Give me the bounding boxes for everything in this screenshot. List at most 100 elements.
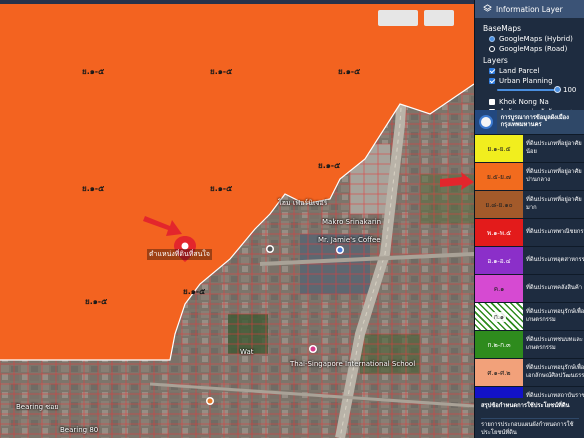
legend-text: ที่ดินประเภทอนุรักษ์เพื่อ เกษตรกรรม: [523, 303, 584, 330]
legend-text-line: เกษตรกรรม: [526, 316, 556, 323]
legend-text-line: ที่ดินประเภทที่อยู่อาศัย: [526, 197, 582, 203]
legend-text-line: ปานกลาง: [526, 176, 551, 183]
legend-code: อ.๑-อ.๔: [487, 256, 511, 265]
map-tool-button[interactable]: [424, 10, 454, 26]
zone-label: ย.๑-๕: [82, 67, 105, 76]
zone-label: ย.๑-๕: [318, 161, 341, 170]
radio-icon[interactable]: [489, 46, 495, 52]
place-label: Mr. Jamie's Coffee: [318, 236, 381, 244]
opacity-slider[interactable]: 100: [497, 86, 578, 94]
legend-row: ย.๑-ย.๕ ที่ดินประเภทที่อยู่อาศัย น้อย: [475, 134, 584, 162]
zone-label: ย.๑-๕: [210, 67, 233, 76]
legend-row: ค.๑ ที่ดินประเภทคลังสินค้า: [475, 274, 584, 302]
checkbox-icon[interactable]: [489, 68, 495, 74]
basemaps-title: BaseMaps: [483, 24, 521, 33]
legend-text: ที่ดินประเภทที่อยู่อาศัย น้อย: [523, 135, 584, 162]
legend-swatch: ย.๑-ย.๕: [475, 135, 523, 162]
checkbox-icon[interactable]: [489, 99, 495, 105]
place-label: Makro Srinakarin: [322, 218, 382, 226]
legend-text-line: ที่ดินประเภทที่อยู่อาศัย: [526, 141, 582, 147]
layers-title: Layers: [483, 56, 508, 65]
layer-option-khok-nong-na[interactable]: Khok Nong Na: [483, 97, 578, 107]
information-layer-panel: Information Layer BaseMaps GoogleMaps (H…: [474, 0, 584, 438]
legend-swatch: ก.๑: [475, 303, 523, 330]
legend-code: ย.๕-ย.๗: [487, 172, 511, 181]
legend-text: ที่ดินประเภทคลังสินค้า: [523, 275, 584, 302]
slider-thumb[interactable]: [553, 86, 561, 93]
map-canvas: [0, 4, 474, 438]
land-use-items-link[interactable]: รายการประกอบแผนผังกำหนดการใช้ประโยชน์ที่…: [481, 418, 579, 437]
legend-text-line: ที่ดินประเภทพาณิชยกรรม: [526, 228, 584, 235]
zone-label: ย.๑-๕: [85, 297, 108, 306]
basemap-label: GoogleMaps (Hybrid): [499, 35, 573, 43]
legend-swatch: พ.๑-พ.๕: [475, 219, 523, 246]
legend-text-line: เอกลักษณ์ศิลปวัฒนธรรม: [526, 372, 584, 379]
place-label: Bearing 80: [60, 426, 99, 434]
legend-text: ที่ดินประเภทอนุรักษ์เพื่อส่งเสริมเอกลักษ…: [523, 359, 584, 386]
legend-row: ย.๘-ย.๑๐ ที่ดินประเภทที่อยู่อาศัย มาก: [475, 190, 584, 218]
land-use-summary-link[interactable]: สรุปข้อกำหนดการใช้ประโยชน์ที่ดิน: [481, 402, 579, 410]
legend-swatch: ศ.๑-ศ.๒: [475, 359, 523, 386]
legend-code: ศ.๑-ศ.๒: [487, 368, 511, 377]
legend-text-line: ที่ดินประเภทชนบทและ: [526, 337, 583, 343]
layers-icon: [483, 3, 492, 15]
place-label: Wat: [240, 348, 254, 356]
legend-swatch: อ.๑-อ.๔: [475, 247, 523, 274]
legend-text-line: มาก: [526, 204, 537, 211]
legend-text-line: ที่ดินประเภทคลังสินค้า: [526, 284, 582, 291]
slider-track[interactable]: [497, 89, 557, 91]
legend-row: ศ.๑-ศ.๒ ที่ดินประเภทอนุรักษ์เพื่อส่งเสริม…: [475, 358, 584, 386]
radio-icon[interactable]: [489, 36, 495, 42]
legend-code: ก.๑: [491, 311, 507, 322]
place-label: โฮม เฟอร์นิเจอร์: [278, 199, 328, 207]
panel-title: Information Layer: [496, 4, 563, 14]
zone-label: ย.๑-๕: [210, 184, 233, 193]
legend-code: ย.๑-ย.๕: [487, 144, 511, 153]
pin-label: ตำแหน่งที่ดินที่สนใจ: [147, 249, 212, 260]
place-label: Bearing ซอย: [16, 403, 59, 411]
legend-text-line: ที่ดินประเภทอนุรักษ์เพื่อส่งเสริม: [526, 365, 584, 371]
legend-text-line: ที่ดินประเภทที่อยู่อาศัย: [526, 169, 582, 175]
basemap-option-hybrid[interactable]: GoogleMaps (Hybrid): [483, 34, 578, 44]
layer-label: Land Parcel: [499, 67, 540, 75]
legend-text-line: ที่ดินประเภทอนุรักษ์เพื่อ: [526, 309, 584, 315]
legend-text-line: เกษตรกรรม: [526, 344, 556, 351]
zone-label: ย.๑-๕: [183, 287, 206, 296]
map-search-box[interactable]: [378, 10, 418, 26]
legend-text-line: น้อย: [526, 148, 537, 155]
legend-swatch: ค.๑: [475, 275, 523, 302]
legend-text: ที่ดินประเภทที่อยู่อาศัย มาก: [523, 191, 584, 218]
legend-title: การบูรณาการข้อมูลผังเมืองกรุงเทพมหานคร: [500, 115, 569, 128]
legend-text: ที่ดินประเภทที่อยู่อาศัย ปานกลาง: [523, 163, 584, 190]
panel-footer: สรุปข้อกำหนดการใช้ประโยชน์ที่ดิน รายการป…: [475, 398, 584, 438]
zone-label: ย.๑-๕: [338, 67, 361, 76]
map-view[interactable]: ย.๑-๕ ย.๑-๕ ย.๑-๕ ย.๑-๕ ย.๑-๕ ย.๑-๕ ย.๑-…: [0, 4, 474, 438]
legend-code: ก.๒-ก.๓: [487, 340, 511, 349]
opacity-value: 100: [563, 86, 577, 94]
legend-code: ค.๑: [493, 284, 505, 293]
checkbox-icon[interactable]: [489, 78, 495, 84]
legend-text: ที่ดินประเภทชนบทและ เกษตรกรรม: [523, 331, 584, 358]
panel-header[interactable]: Information Layer: [475, 0, 584, 18]
legend-code: ย.๘-ย.๑๐: [485, 200, 513, 209]
basemap-label: GoogleMaps (Road): [499, 45, 568, 53]
legend-header: การบูรณาการข้อมูลผังเมืองกรุงเทพมหานคร: [475, 110, 584, 134]
legend-code: พ.๑-พ.๕: [486, 228, 512, 237]
legend-row: อ.๑-อ.๔ ที่ดินประเภทอุตสาหกรรม: [475, 246, 584, 274]
legend-row: ก.๑ ที่ดินประเภทอนุรักษ์เพื่อ เกษตรกรรม: [475, 302, 584, 330]
bma-logo: [475, 110, 497, 134]
legend-text: ที่ดินประเภทอุตสาหกรรม: [523, 247, 584, 274]
urban-planning-legend: การบูรณาการข้อมูลผังเมืองกรุงเทพมหานคร ย…: [475, 110, 584, 414]
layer-label: Khok Nong Na: [499, 98, 549, 106]
layer-label: Urban Planning: [499, 77, 553, 85]
basemap-option-road[interactable]: GoogleMaps (Road): [483, 44, 578, 54]
legend-text: ที่ดินประเภทพาณิชยกรรม: [523, 219, 584, 246]
legend-text-line: ที่ดินประเภทอุตสาหกรรม: [526, 256, 584, 263]
legend-row: พ.๑-พ.๕ ที่ดินประเภทพาณิชยกรรม: [475, 218, 584, 246]
legend-swatch: ก.๒-ก.๓: [475, 331, 523, 358]
layer-option-land-parcel[interactable]: Land Parcel: [483, 66, 578, 76]
place-label: Thai-Singapore International School: [290, 360, 416, 368]
legend-row: ก.๒-ก.๓ ที่ดินประเภทชนบทและ เกษตรกรรม: [475, 330, 584, 358]
legend-row: ย.๕-ย.๗ ที่ดินประเภทที่อยู่อาศัย ปานกลาง: [475, 162, 584, 190]
legend-swatch: ย.๘-ย.๑๐: [475, 191, 523, 218]
